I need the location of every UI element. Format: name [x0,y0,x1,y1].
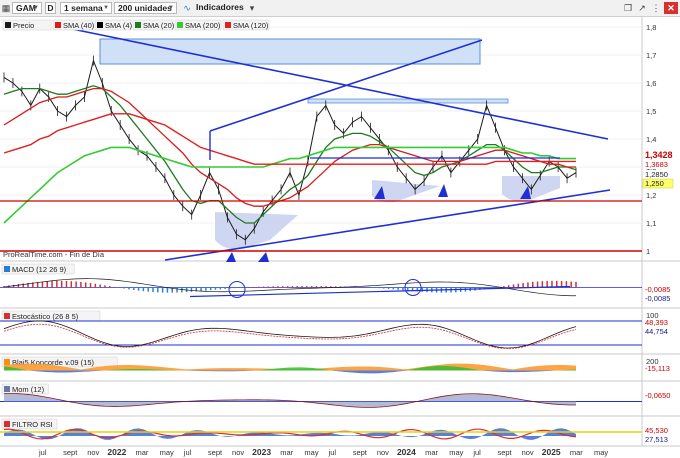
legend-swatch [177,22,183,28]
legend-item[interactable]: SMA (4) [94,19,133,31]
x-tick-label: 2025 [542,447,561,457]
x-tick-label: sept [353,448,368,457]
y-tick-label: 1,6 [646,79,656,88]
legend-label: SMA (4) [105,21,133,30]
x-tick-label: may [304,448,318,457]
x-tick-label: sept [63,448,78,457]
panel-swatch [4,359,10,365]
panel-title: Mom (12) [12,385,45,394]
legend-label: Precio [13,21,34,30]
y-tick-label: 1,5 [646,107,656,116]
x-tick-label: jul [472,448,481,457]
y-tick-label: 1,7 [646,51,656,60]
x-tick-label: may [160,448,174,457]
legend-swatch [97,22,103,28]
x-tick-label: jul [38,448,47,457]
price-badge-label: 1,3683 [645,160,668,169]
x-tick-label: nov [377,448,389,457]
y-tick-label: 1,8 [646,23,656,32]
x-tick-label: mar [425,448,438,457]
legend-label: SMA (120) [233,21,269,30]
legend-item[interactable]: Precio [2,19,52,31]
indicator-panel-momentum: Mom (12) -0,0650 [0,383,673,408]
x-tick-label: jul [183,448,192,457]
x-tick-label: may [449,448,463,457]
source-label: ProRealTime.com - Fin de Día [3,250,105,259]
x-tick-label: sept [497,448,512,457]
panel-swatch [4,421,10,427]
panel-badge-label: -0,0650 [645,391,670,400]
panel-badge-label: 44,754 [645,327,668,336]
y-tick-label: 1,1 [646,219,656,228]
legend-swatch [225,22,231,28]
legend-item[interactable]: SMA (20) [132,19,175,31]
x-tick-label: nov [87,448,99,457]
price-badge-label: 1,2850 [645,170,668,179]
x-tick-label: nov [522,448,534,457]
y-tick-label: 1 [646,247,650,256]
x-tick-label: jul [328,448,337,457]
legend-swatch [5,22,11,28]
legend-label: SMA (40) [63,21,95,30]
x-tick-label: nov [232,448,244,457]
legend-item[interactable]: SMA (40) [52,19,95,31]
koncorde-blue [4,370,576,374]
panel-tick-label: 200 [646,357,659,366]
x-tick-label: may [594,448,608,457]
legend-label: SMA (200) [185,21,221,30]
legend-swatch [55,22,61,28]
stochastic-k-line [3,320,577,349]
indicator-panel-macd: MACD (12 26 9) -0,0085-0,0085 [0,263,673,303]
x-tick-label: sept [208,448,223,457]
legend-item[interactable]: SMA (120) [222,19,270,31]
legend-swatch [135,22,141,28]
y-tick-label: 1,4 [646,135,656,144]
x-tick-label: mar [136,448,149,457]
x-tick-label: 2024 [397,447,416,457]
indicator-panel-stochastic: Estocástico (26 8 5)48,39344,754100 [0,310,673,349]
panel-badge-label: -0,0085 [645,294,670,303]
x-tick-label: mar [280,448,293,457]
panel-badge-label: 45,530 [645,426,668,435]
panel-swatch [4,266,10,272]
x-tick-label: mar [570,448,583,457]
price-badge-label: 1,250 [645,179,664,188]
panel-badge-label: 27,513 [645,435,668,444]
legend-label: SMA (20) [143,21,175,30]
x-tick-label: 2022 [107,447,126,457]
chart-area: 1,81,71,61,51,41,31,21,11 1,34281,36831,… [0,17,680,457]
panel-swatch [4,313,10,319]
legend-item[interactable]: SMA (200) [174,19,222,31]
panel-title: Estocástico (26 8 5) [12,312,79,321]
x-tick-label: 2023 [252,447,271,457]
resistance-zone-2 [307,98,509,104]
panel-tick-label: 100 [646,311,659,320]
panel-badge-label: -0,0085 [645,285,670,294]
panel-swatch [4,386,10,392]
indicator-panel-blai5: Blai5 Koncorde v.09 (15)-15,113200 [1,356,673,374]
indicator-panel-filtro-rsi: FILTRO RSI 45,53027,513 [0,418,673,444]
price-badge-label: 1,3428 [645,150,673,160]
y-tick-label: 1,2 [646,191,656,200]
panel-title: MACD (12 26 9) [12,265,67,274]
panel-title: FILTRO RSI [12,420,53,429]
